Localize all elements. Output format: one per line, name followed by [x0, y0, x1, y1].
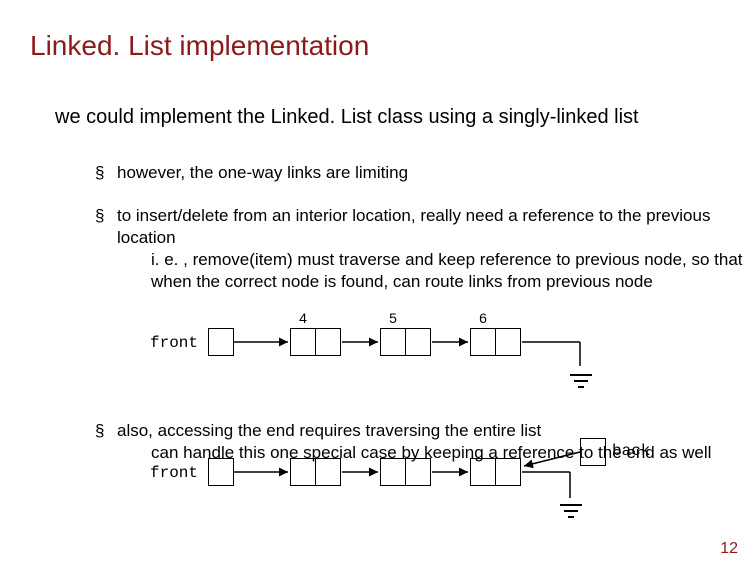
- ground-1: [566, 370, 596, 400]
- page-number: 12: [720, 540, 738, 558]
- diagram-with-back: front back: [150, 450, 710, 520]
- arrows-2: [150, 438, 710, 528]
- slide-title: Linked. List implementation: [30, 30, 369, 62]
- bullet-two: to insert/delete from an interior locati…: [95, 205, 756, 293]
- bullet-two-line1: to insert/delete from an interior locati…: [117, 206, 710, 247]
- bullet-two-sub: i. e. , remove(item) must traverse and k…: [117, 249, 756, 293]
- bullet-one: however, the one-way links are limiting: [95, 162, 737, 184]
- diagram-singly-linked: front 4 5 6: [150, 320, 650, 380]
- intro-text: we could implement the Linked. List clas…: [55, 105, 715, 130]
- ground-2: [556, 500, 586, 530]
